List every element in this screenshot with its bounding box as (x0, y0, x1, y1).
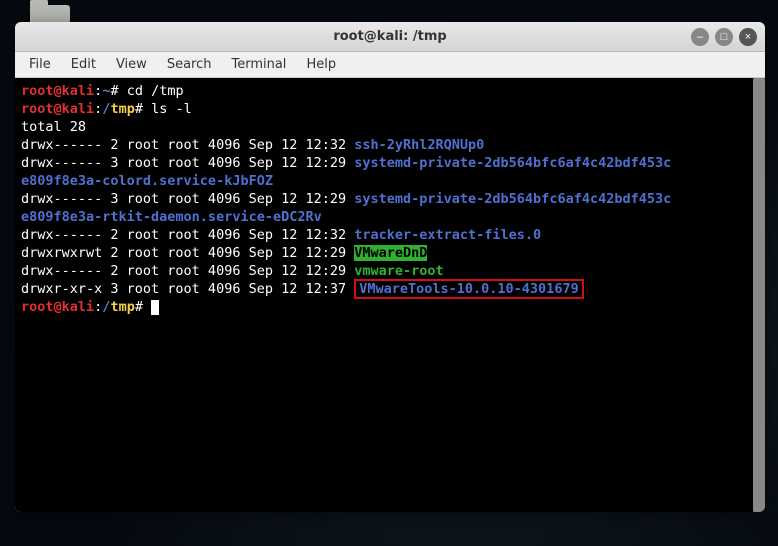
minimize-button[interactable]: – (691, 28, 709, 46)
scrollbar[interactable] (753, 78, 765, 512)
menu-help[interactable]: Help (296, 54, 346, 75)
terminal-window: root@kali: /tmp – □ × File Edit View Sea… (15, 22, 765, 512)
close-button[interactable]: × (739, 28, 757, 46)
window-controls: – □ × (691, 28, 757, 46)
maximize-button[interactable]: □ (715, 28, 733, 46)
menu-search[interactable]: Search (157, 54, 222, 75)
window-titlebar[interactable]: root@kali: /tmp – □ × (15, 22, 765, 52)
terminal-content: root@kali:~# cd /tmproot@kali:/tmp# ls -… (21, 82, 759, 316)
menubar: File Edit View Search Terminal Help (15, 52, 765, 78)
menu-edit[interactable]: Edit (61, 54, 106, 75)
menu-terminal[interactable]: Terminal (221, 54, 296, 75)
scrollbar-thumb[interactable] (753, 78, 765, 512)
terminal-body[interactable]: root@kali:~# cd /tmproot@kali:/tmp# ls -… (15, 78, 765, 512)
window-title: root@kali: /tmp (333, 29, 446, 44)
menu-file[interactable]: File (19, 54, 61, 75)
menu-view[interactable]: View (106, 54, 157, 75)
